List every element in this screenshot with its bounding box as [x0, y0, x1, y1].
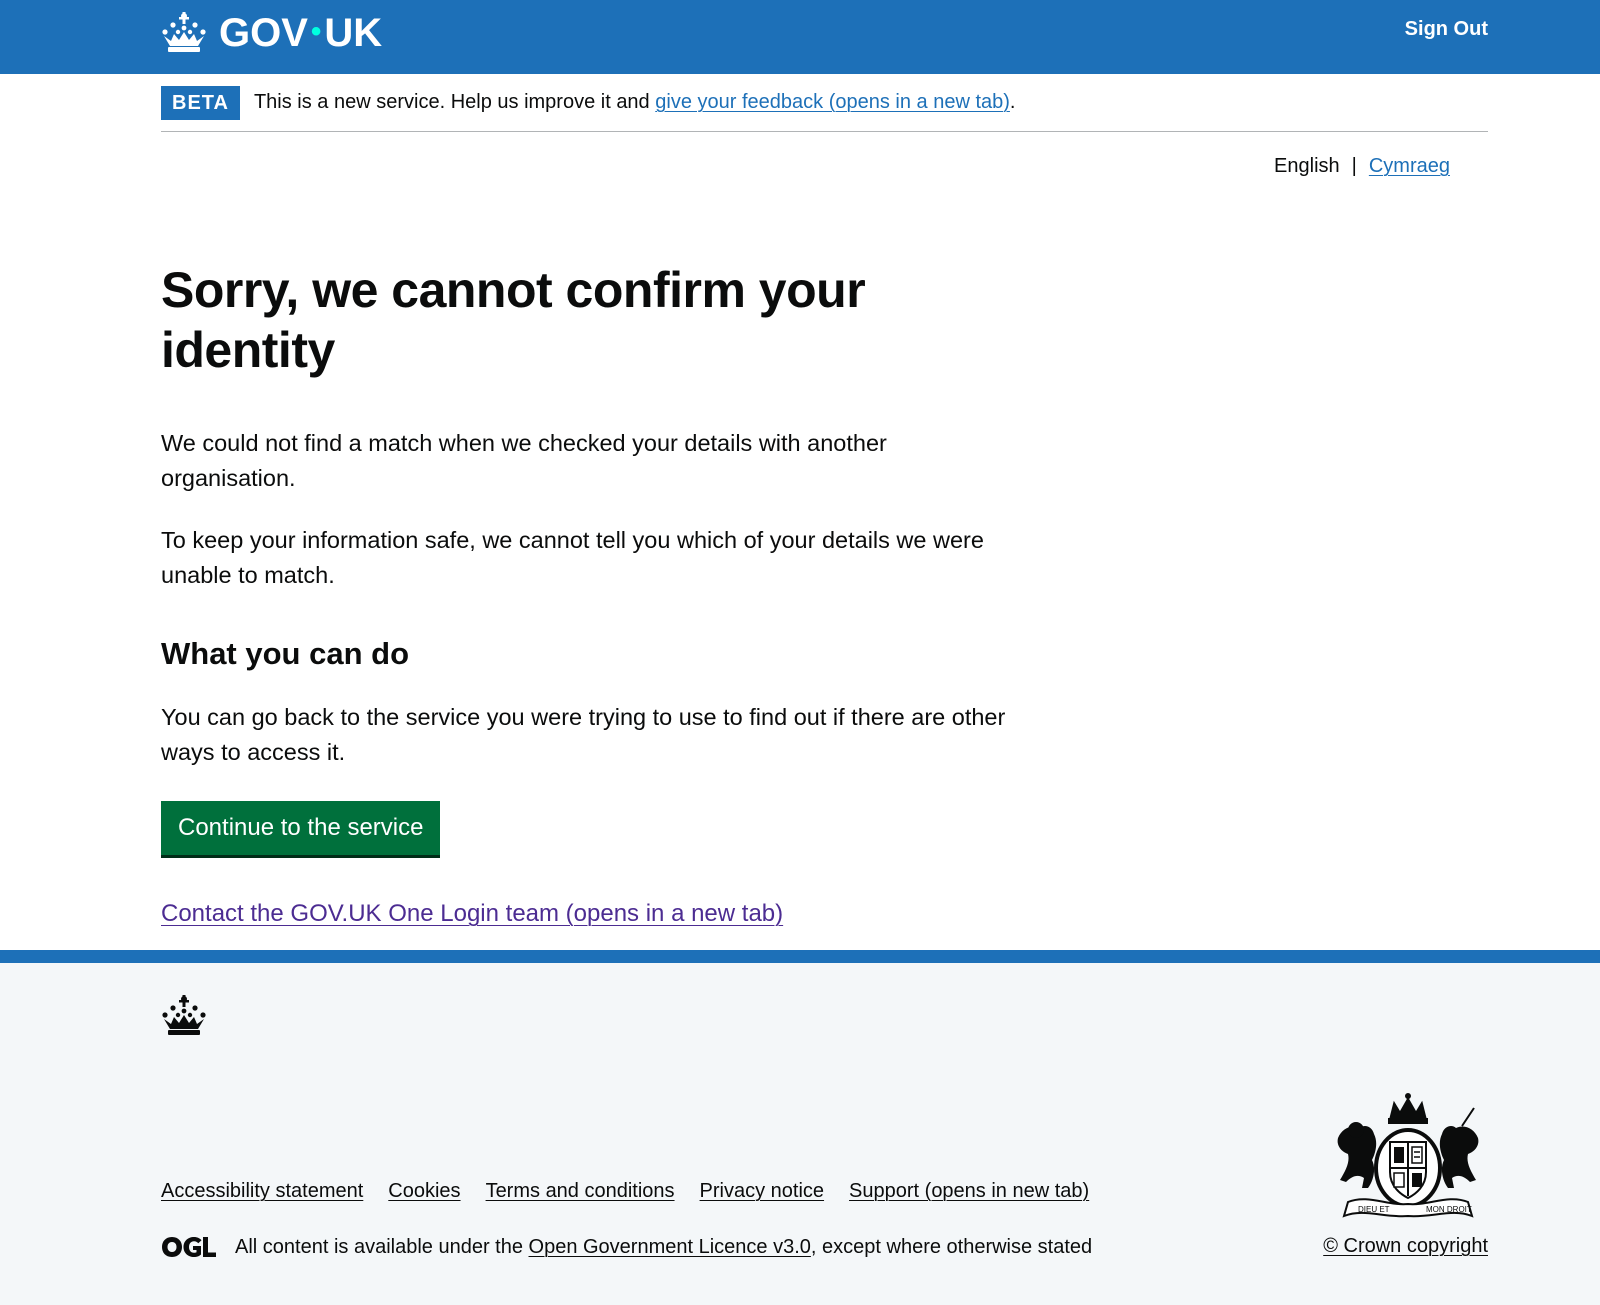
- footer-links: Accessibility statement Cookies Terms an…: [161, 1180, 1114, 1203]
- language-separator: |: [1351, 155, 1357, 177]
- crown-copyright-link[interactable]: © Crown copyright: [1323, 1235, 1488, 1258]
- body-paragraph-go-back: You can go back to the service you were …: [161, 704, 1006, 765]
- crest-motto-right: MON DROIT: [1426, 1205, 1472, 1214]
- footer-link-support[interactable]: Support (opens in new tab): [849, 1180, 1089, 1203]
- licence-text: All content is available under the Open …: [235, 1235, 1093, 1258]
- footer-link-accessibility[interactable]: Accessibility statement: [161, 1180, 363, 1203]
- language-current: English: [1274, 155, 1340, 177]
- beta-tag: BETA: [161, 85, 240, 120]
- ogl-logo-icon: [162, 1237, 216, 1257]
- licence-line: All content is available under the Open …: [161, 1235, 1092, 1259]
- footer-link-privacy[interactable]: Privacy notice: [700, 1180, 825, 1203]
- sign-out-link[interactable]: Sign Out: [1405, 18, 1488, 41]
- header-container: GOV •UK Sign Out: [161, 0, 1488, 74]
- crown-icon: [162, 12, 206, 52]
- royal-coat-of-arms-icon: DIEU ET MON DROIT: [1328, 1090, 1488, 1235]
- footer-crown-icon: [161, 995, 207, 1042]
- footer-link-terms[interactable]: Terms and conditions: [486, 1180, 675, 1203]
- body-paragraph-no-match: We could not find a match when we checke…: [161, 430, 887, 491]
- footer: Accessibility statement Cookies Terms an…: [0, 950, 1600, 1305]
- page-title: Sorry, we cannot confirm your identity: [161, 262, 866, 378]
- crest-motto-left: DIEU ET: [1358, 1205, 1390, 1214]
- language-cymraeg-link[interactable]: Cymraeg: [1369, 155, 1450, 178]
- phase-banner-text: This is a new service. Help us improve i…: [253, 91, 1016, 113]
- feedback-link[interactable]: give your feedback (opens in a new tab): [655, 91, 1010, 113]
- phase-banner: BETA This is a new service. Help us impr…: [161, 74, 1488, 132]
- govuk-logo-text: GOV •UK: [219, 11, 383, 55]
- main-content: Sorry, we cannot confirm your identity W…: [161, 260, 1021, 928]
- body-paragraph-info-safe: To keep your information safe, we cannot…: [161, 527, 984, 588]
- language-toggle: English | Cymraeg: [1274, 155, 1450, 178]
- footer-link-cookies[interactable]: Cookies: [388, 1180, 460, 1203]
- govuk-logo-link[interactable]: GOV •UK: [161, 8, 382, 58]
- contact-one-login-link[interactable]: Contact the GOV.UK One Login team (opens…: [161, 900, 783, 928]
- what-you-can-do-heading: What you can do: [161, 636, 409, 671]
- open-government-licence-link[interactable]: Open Government Licence v3.0: [529, 1236, 811, 1258]
- continue-to-service-button[interactable]: Continue to the service: [161, 801, 441, 855]
- header: GOV •UK Sign Out: [0, 0, 1600, 74]
